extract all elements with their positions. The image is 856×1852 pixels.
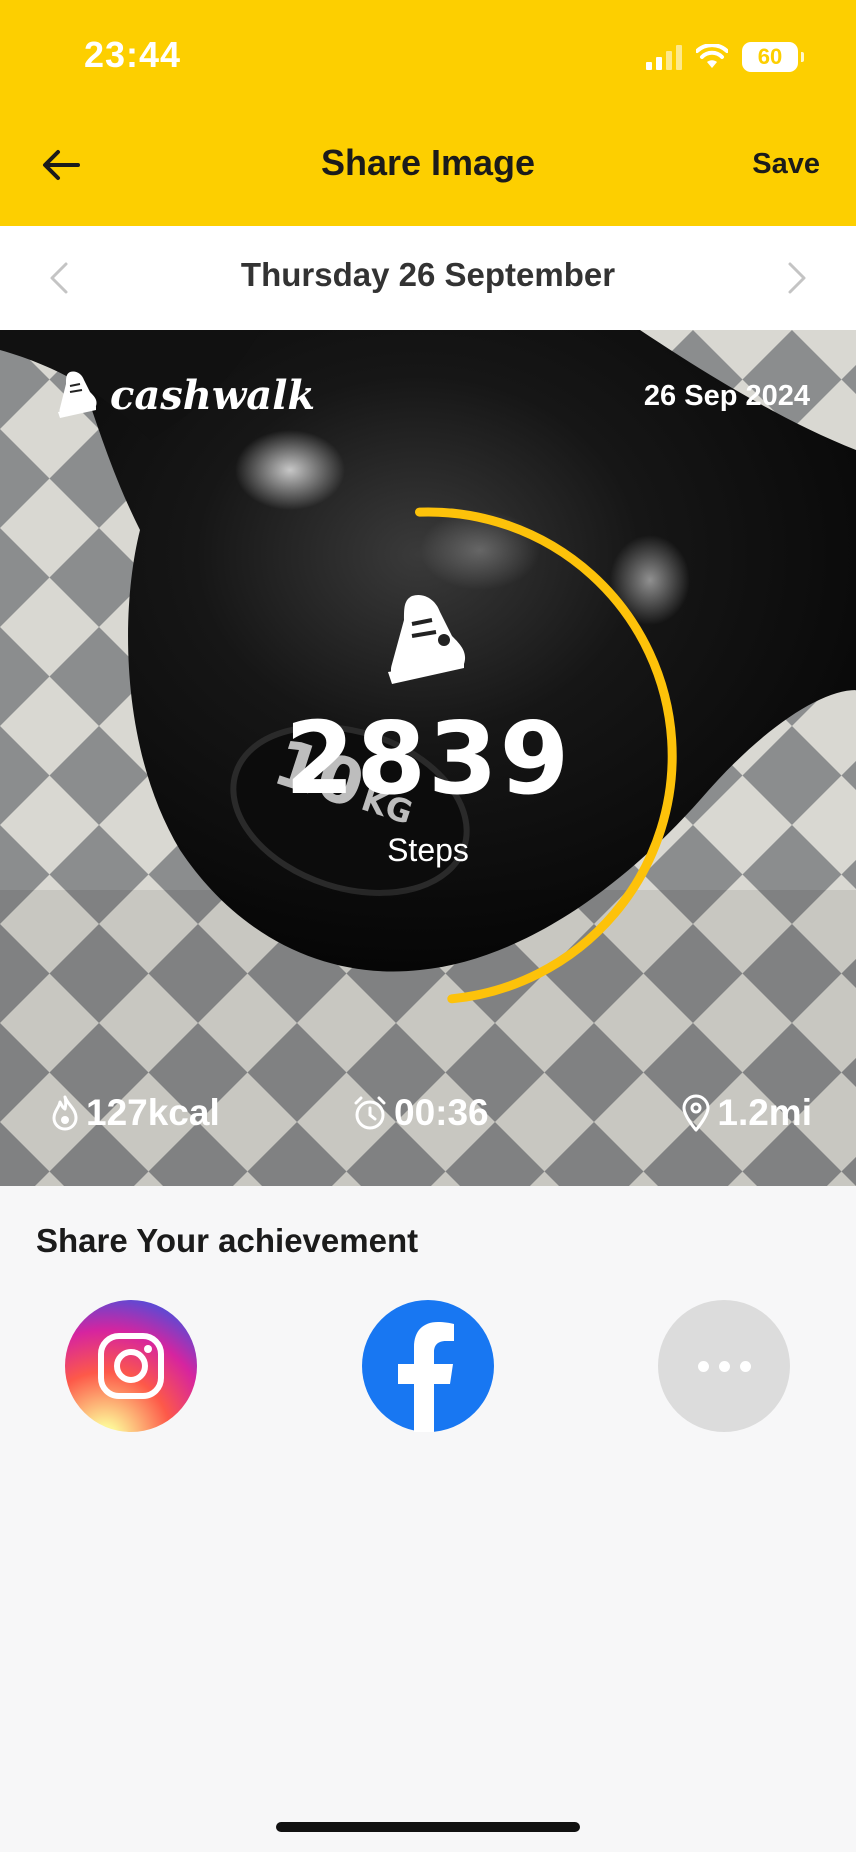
duration-value: 00:36 [394,1092,489,1133]
more-icon [697,1360,751,1372]
steps-label: Steps [387,832,469,868]
steps-count: 2839 [284,700,572,817]
calories-value: 127kcal [86,1092,220,1133]
instagram-icon [98,1333,164,1399]
flame-icon [52,1095,78,1131]
date-navigator: Thursday 26 September [0,226,856,330]
app-header: 23:44 60 Share Image Save [0,0,856,226]
duration-metric: 00:36 [352,1092,489,1134]
page-title: Share Image [320,142,536,183]
status-icons: 60 [646,40,804,74]
location-pin-icon [682,1094,710,1132]
cellular-signal-icon [646,44,682,70]
date-label: Thursday 26 September [240,256,616,293]
distance-value: 1.2mi [717,1092,812,1133]
clock-icon [354,1096,386,1130]
more-share-button[interactable] [658,1300,790,1432]
home-indicator [276,1822,580,1832]
facebook-icon [398,1322,454,1432]
battery-icon: 60 [742,42,804,72]
calories-metric: 127kcal [50,1092,220,1134]
facebook-share-button[interactable] [362,1300,494,1432]
wifi-icon [696,44,728,68]
distance-metric: 1.2mi [681,1092,812,1134]
instagram-share-button[interactable] [65,1300,197,1432]
chevron-right-icon[interactable] [774,256,818,300]
shoe-icon [388,594,466,684]
status-time: 23:44 [84,34,182,75]
save-button[interactable]: Save [752,148,820,181]
battery-level: 60 [757,44,783,69]
share-heading: Share Your achievement [36,1222,419,1259]
